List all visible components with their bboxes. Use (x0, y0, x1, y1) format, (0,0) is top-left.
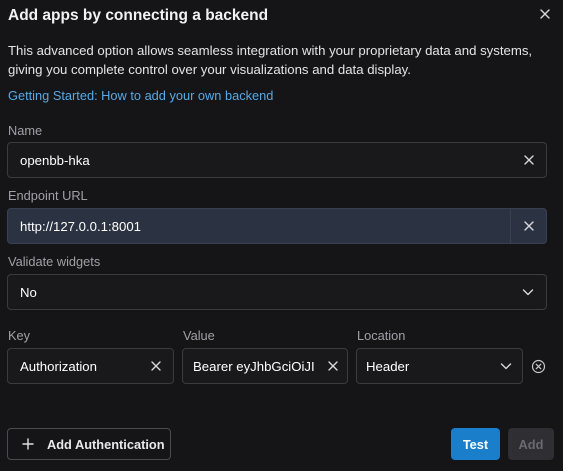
validate-value: No (20, 284, 37, 300)
location-label: Location (357, 328, 406, 343)
clear-value-icon[interactable] (319, 349, 347, 383)
name-field[interactable]: openbb-hka (7, 142, 547, 178)
add-backend-dialog: Add apps by connecting a backend This ad… (0, 0, 563, 471)
add-authentication-button[interactable]: Add Authentication (7, 428, 171, 460)
close-icon[interactable] (537, 6, 553, 22)
endpoint-label: Endpoint URL (8, 188, 88, 203)
clear-key-icon[interactable] (139, 349, 173, 383)
auth-location-select[interactable]: Header (356, 348, 523, 384)
chevron-down-icon[interactable] (510, 275, 546, 309)
endpoint-input[interactable]: http://127.0.0.1:8001 (8, 219, 510, 234)
auth-value-input[interactable]: Bearer eyJhbGciOiJI (183, 359, 319, 374)
auth-value-field[interactable]: Bearer eyJhbGciOiJI (182, 348, 348, 384)
auth-key-field[interactable]: Authorization (7, 348, 174, 384)
key-label: Key (8, 328, 31, 343)
remove-auth-icon[interactable] (531, 359, 546, 374)
auth-location-value: Header (366, 358, 410, 374)
clear-endpoint-icon[interactable] (510, 209, 546, 243)
auth-key-input[interactable]: Authorization (8, 359, 139, 374)
clear-name-icon[interactable] (512, 143, 546, 177)
name-input[interactable]: openbb-hka (8, 153, 512, 168)
dialog-description: This advanced option allows seamless int… (8, 43, 533, 77)
add-button[interactable]: Add (508, 428, 554, 460)
value-label: Value (183, 328, 215, 343)
dialog-title: Add apps by connecting a backend (8, 7, 269, 24)
validate-label: Validate widgets (8, 254, 101, 269)
endpoint-field[interactable]: http://127.0.0.1:8001 (7, 208, 547, 244)
add-authentication-label: Add Authentication (47, 436, 165, 452)
getting-started-link[interactable]: Getting Started: How to add your own bac… (8, 88, 273, 103)
name-label: Name (8, 123, 43, 138)
plus-icon (22, 438, 34, 450)
test-button[interactable]: Test (451, 428, 500, 460)
chevron-down-icon[interactable] (490, 349, 522, 383)
validate-select[interactable]: No (7, 274, 547, 310)
